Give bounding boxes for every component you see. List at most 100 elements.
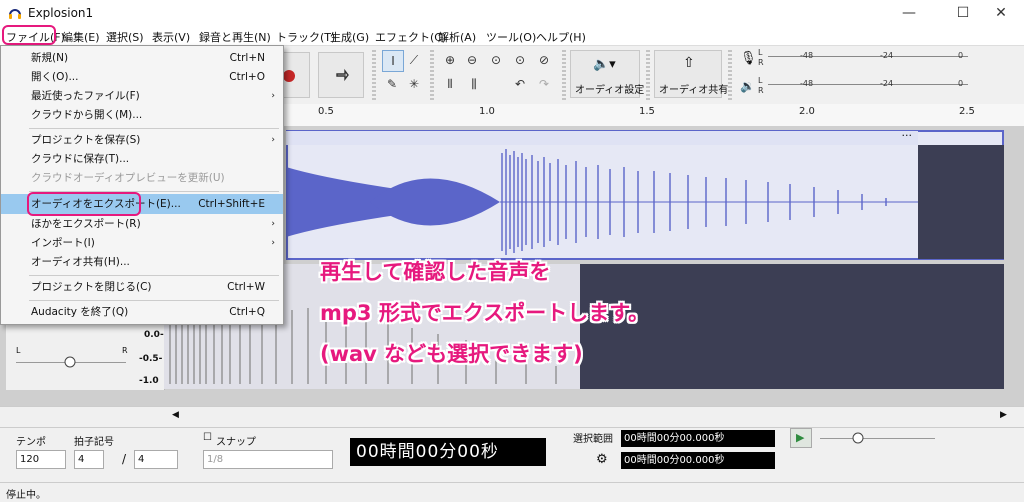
meter-scale-label: -48 [800, 51, 814, 60]
zoom-toggle-icon[interactable]: ⊘ [534, 50, 554, 70]
menu-view[interactable]: 表示(V) [152, 29, 190, 45]
selection-tool-icon[interactable]: I [382, 50, 404, 72]
menu-item-label: プロジェクトを閉じる(C) [31, 281, 152, 293]
menu-generate[interactable]: 生成(G) [330, 29, 369, 45]
menu-item-export-other[interactable]: ほかをエクスポート(R) › [1, 214, 283, 234]
menu-item-label: 新規(N) [31, 52, 69, 64]
menu-item-open-cloud[interactable]: クラウドから開く(M)... [1, 105, 283, 125]
track-empty-region [918, 145, 1004, 259]
menu-item-label: 最近使ったファイル(F) [31, 90, 140, 102]
menu-item-share-audio[interactable]: オーディオ共有(H)... [1, 252, 283, 272]
silence-selection-icon[interactable]: ⫼ [464, 74, 484, 94]
title-bar: Explosion1 — ☐ ✕ [0, 0, 1024, 27]
play-at-speed-button[interactable]: ▶ [790, 428, 812, 448]
play-speed-slider[interactable] [820, 438, 935, 439]
playback-meter[interactable] [768, 84, 968, 85]
pan-slider-thumb-icon[interactable] [64, 356, 76, 368]
trim-outside-icon[interactable]: ⫴ [440, 74, 460, 94]
snap-label: スナップ [216, 437, 256, 448]
pan-left-label: L [16, 346, 21, 355]
audio-setup-button[interactable]: 🔈▾ オーディオ設定 [570, 50, 644, 98]
fit-project-icon[interactable]: ⊙ [510, 50, 530, 70]
selection-start-field[interactable]: 00時間00分00.000秒 [621, 430, 775, 447]
play-speed-thumb-icon[interactable] [852, 432, 864, 444]
time-sig-numerator-input[interactable]: 4 [74, 450, 104, 469]
meter-scale-label: -48 [800, 79, 814, 88]
time-display[interactable]: 00時間00分00秒 [350, 438, 546, 466]
menu-item-close-project[interactable]: プロジェクトを閉じる(C) Ctrl+W [1, 277, 283, 297]
menu-item-save-project[interactable]: プロジェクトを保存(S) › [1, 130, 283, 150]
menu-item-label: クラウドに保存(T)... [31, 153, 130, 165]
toolbar-grip[interactable] [372, 50, 376, 100]
share-audio-button[interactable]: ⇧ オーディオ共有 [654, 50, 728, 98]
fit-selection-icon[interactable]: ⊙ [486, 50, 506, 70]
undo-icon[interactable]: ↶ [510, 74, 530, 94]
multi-tool-icon[interactable]: ✳ [404, 74, 424, 94]
menu-item-shortcut: Ctrl+O [229, 71, 265, 83]
meter-scale-label: 0 [958, 79, 964, 88]
snap-checkbox[interactable]: ☐ [203, 432, 212, 443]
redo-icon[interactable]: ↷ [534, 74, 554, 94]
pan-right-label: R [122, 346, 128, 355]
time-signature-label: 拍子記号 [74, 437, 114, 448]
menu-tracks[interactable]: トラック(T) [276, 29, 335, 45]
close-button[interactable]: ✕ [978, 0, 1024, 27]
menu-item-label: Audacity を終了(Q) [31, 306, 129, 318]
zoom-in-icon[interactable]: ⊕ [440, 50, 460, 70]
menu-select[interactable]: 選択(S) [106, 29, 144, 45]
menu-help[interactable]: ヘルプ(H) [536, 29, 586, 45]
gear-icon[interactable]: ⚙ [596, 452, 608, 467]
speaker-icon: 🔈▾ [593, 57, 616, 72]
meter-scale-label: -24 [880, 51, 894, 60]
speaker-meter-icon[interactable]: 🔉 [740, 79, 755, 93]
toolbar-grip[interactable] [430, 50, 434, 100]
menu-item-import[interactable]: インポート(I) › [1, 233, 283, 253]
clip-menu-icon[interactable]: ··· [902, 129, 913, 142]
submenu-arrow-icon: › [271, 219, 275, 229]
minimize-button[interactable]: — [886, 0, 932, 27]
clip-header[interactable]: ··· [286, 129, 918, 145]
draw-tool-icon[interactable]: ✎ [382, 74, 402, 94]
window-title: Explosion1 [28, 6, 94, 20]
record-meter-left-label: L [758, 48, 763, 57]
menu-item-open[interactable]: 開く(O)... Ctrl+O [1, 67, 283, 87]
menu-edit[interactable]: 編集(E) [62, 29, 100, 45]
submenu-arrow-icon: › [271, 238, 275, 248]
menu-item-shortcut: Ctrl+Q [229, 306, 265, 318]
menu-item-exit[interactable]: Audacity を終了(Q) Ctrl+Q [1, 302, 283, 322]
menu-record-play[interactable]: 録音と再生(N) [199, 29, 271, 45]
menu-item-save-cloud[interactable]: クラウドに保存(T)... [1, 149, 283, 169]
menu-analyze[interactable]: 解析(A) [438, 29, 476, 45]
tempo-input[interactable]: 120 [16, 450, 66, 469]
time-sig-denominator-select[interactable]: 4 [134, 450, 178, 469]
timeline-ruler[interactable]: 0.5 1.0 1.5 2.0 2.5 [283, 104, 1024, 127]
selection-end-field[interactable]: 00時間00分00.000秒 [621, 452, 775, 469]
menu-item-label: プロジェクトを保存(S) [31, 134, 141, 146]
zoom-out-icon[interactable]: ⊖ [462, 50, 482, 70]
record-meter[interactable] [768, 56, 968, 57]
loop-button[interactable] [318, 52, 364, 98]
toolbar-grip[interactable] [646, 50, 650, 100]
audio-setup-label: オーディオ設定 [575, 85, 645, 96]
menu-effect[interactable]: エフェクト(C) [375, 29, 446, 45]
menu-item-recent-files[interactable]: 最近使ったファイル(F) › [1, 86, 283, 106]
menu-item-label: クラウドオーディオプレビューを更新(U) [31, 172, 225, 184]
menu-item-new[interactable]: 新規(N) Ctrl+N [1, 48, 283, 68]
menu-separator [29, 300, 279, 301]
annotation-line-1: 再生して確認した音声を [320, 260, 551, 284]
horizontal-scrollbar[interactable]: ◀ ▶ [0, 406, 1024, 427]
toolbar-grip[interactable] [562, 50, 566, 100]
ruler-tick-label: 1.5 [639, 106, 655, 117]
snap-select[interactable]: 1/8 [203, 450, 333, 469]
menu-item-label: オーディオ共有(H)... [31, 256, 130, 268]
scroll-left-icon[interactable]: ◀ [172, 410, 179, 420]
menu-separator [29, 275, 279, 276]
scroll-right-icon[interactable]: ▶ [1000, 410, 1007, 420]
selection-label: 選択範囲 [573, 434, 613, 445]
menu-tools[interactable]: ツール(O) [486, 29, 536, 45]
record-icon [283, 70, 295, 82]
meter-scale-label: 0 [958, 51, 964, 60]
toolbar-grip[interactable] [728, 50, 732, 100]
envelope-tool-icon[interactable]: ⟋ [404, 50, 424, 70]
microphone-icon[interactable]: 🎙 [740, 51, 757, 66]
